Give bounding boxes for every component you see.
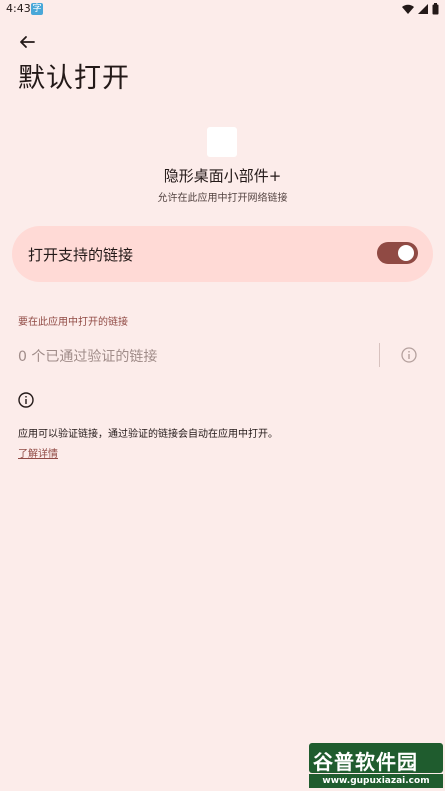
app-icon [207, 127, 237, 157]
status-time: 4:43 [6, 2, 31, 15]
back-button[interactable] [12, 30, 42, 54]
switch-thumb [398, 245, 414, 261]
toggle-label: 打开支持的链接 [28, 246, 134, 264]
open-links-switch[interactable] [377, 242, 418, 264]
app-subtitle: 允许在此应用中打开网络链接 [157, 193, 288, 204]
battery-icon [432, 3, 439, 15]
status-icons [402, 3, 439, 15]
screen: 4:43 字 默认打开 隐形桌面小部件+ 允许在此应用中打开网络链接 打开支持的… [0, 0, 445, 791]
watermark-logo: 谷普软件园 [313, 750, 418, 774]
wifi-icon [402, 4, 414, 14]
watermark-logo-box: 谷普软件园 [309, 743, 443, 774]
footer-info-icon [17, 391, 35, 409]
learn-more-link[interactable]: 了解详情 [18, 445, 58, 460]
page-title: 默认打开 [18, 63, 130, 94]
arrow-left-icon [20, 36, 35, 48]
section-header: 要在此应用中打开的链接 [18, 317, 128, 328]
info-circle-icon [401, 347, 417, 363]
signal-icon [418, 3, 428, 14]
app-name: 隐形桌面小部件+ [163, 167, 282, 185]
watermark-url: www.gupuxiazai.com [309, 774, 443, 788]
notification-app-icon: 字 [31, 3, 43, 15]
open-supported-links-toggle-row[interactable]: 打开支持的链接 [12, 226, 433, 282]
vertical-divider [379, 343, 380, 367]
verified-links-text: 0 个已通过验证的链接 [18, 349, 158, 365]
verified-links-row: 0 个已通过验证的链接 [0, 338, 445, 372]
status-bar: 4:43 字 [0, 0, 445, 18]
footer-description: 应用可以验证链接，通过验证的链接会自动在应用中打开。 [18, 429, 278, 440]
info-circle-icon [18, 392, 34, 408]
verified-links-info-button[interactable] [400, 346, 418, 364]
watermark: 谷普软件园 www.gupuxiazai.com [309, 743, 443, 789]
